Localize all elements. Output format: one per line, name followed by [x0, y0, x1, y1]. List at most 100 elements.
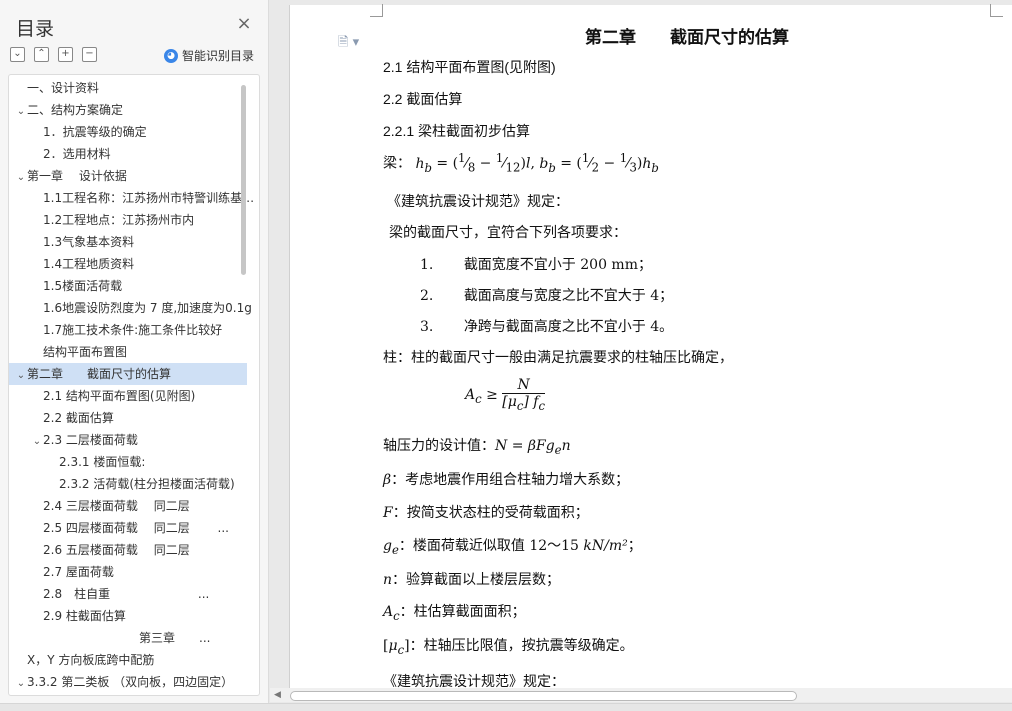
toc-item-label: X，Y 方向板底跨中配筋 — [27, 653, 155, 667]
list-text: 截面宽度不宜小于 200 mm； — [463, 257, 652, 273]
toc-item-label: 一、设计资料 — [27, 81, 100, 95]
toc-item[interactable]: 2.6 五层楼面荷载 同二层 — [9, 539, 259, 561]
chevron-down-icon[interactable]: ⌄ — [15, 365, 27, 385]
toc-item[interactable]: ⌄ 3.3.2 第二类板 （双向板，四边固定） — [9, 671, 247, 693]
toc-item[interactable]: 2.9 柱截面估算 — [9, 605, 259, 627]
code-reference: 《建筑抗震设计规范》规定： — [387, 194, 569, 210]
toc-panel: 目录 × ⌄ ⌃ + − ◕ 智能识别目录 一、设计资料 ⌄ 二、结构方案确定 1．抗… — [0, 0, 269, 703]
definition-text: ：按简支状态柱的受荷载面积； — [392, 505, 589, 521]
scrollbar-thumb[interactable] — [290, 691, 797, 701]
toc-item-label: 2.7 屋面荷载 — [43, 565, 114, 579]
toc-item[interactable]: 2．选用材料 — [9, 143, 259, 165]
close-icon[interactable]: × — [236, 15, 252, 33]
list-number: 2. — [420, 288, 434, 304]
horizontal-scrollbar[interactable]: ◀ — [270, 688, 1012, 702]
toc-item-label: 结构平面布置图 — [43, 345, 128, 359]
definition-beta: β：考虑地震作用组合柱轴力增大系数； — [383, 472, 630, 488]
toc-item[interactable]: 2.8 柱自重 ... — [9, 583, 259, 605]
toc-item-label: 第一章 设计依据 — [27, 169, 127, 183]
toc-item[interactable]: 1.6地震设防烈度为 7 度,加速度为0.1g — [9, 297, 259, 319]
definition-text: ：楼面荷载近似取值 — [398, 538, 525, 554]
toc-item[interactable]: 2.5 四层楼面荷载 同二层 ... — [9, 517, 259, 539]
toc-item[interactable]: 1.4工程地质资料 — [9, 253, 259, 275]
list-item: 2. 截面高度与宽度之比不宜大于 4； — [420, 285, 673, 305]
scroll-left-icon[interactable]: ◀ — [274, 690, 281, 700]
toc-scrollbar[interactable] — [241, 85, 246, 275]
toc-item-label: 2.5 四层楼面荷载 同二层 ... — [43, 521, 229, 535]
toc-item-label: 2.8 柱自重 ... — [43, 587, 210, 601]
definition-text: ：验算截面以上楼层层数； — [392, 572, 561, 588]
document-area: 🗎 ▾ 第二章 截面尺寸的估算 2.1 结构平面布置图(见附图) 2.2 截面估… — [269, 0, 1012, 703]
toc-item[interactable]: 2.1 结构平面布置图(见附图) — [9, 385, 259, 407]
toc-item-label: 第二章 截面尺寸的估算 — [27, 367, 172, 381]
smart-recognize-icon: ◕ — [164, 48, 178, 63]
toc-item-label: 2.6 五层楼面荷载 同二层 — [43, 543, 190, 557]
toc-item-label: 二、结构方案确定 — [27, 103, 124, 117]
toc-item[interactable]: X，Y 方向板底跨中配筋 — [9, 649, 247, 671]
add-heading-button[interactable]: + — [58, 47, 73, 62]
toc-item[interactable]: 结构平面布置图 — [9, 341, 259, 363]
paragraph: 梁的截面尺寸，宜符合下列各项要求： — [389, 225, 627, 241]
list-text: 截面高度与宽度之比不宜大于 4； — [463, 288, 674, 304]
toc-item[interactable]: 1.1工程名称：江苏扬州市特警训练基地办公楼 — [9, 187, 259, 209]
toc-item-label: 1．抗震等级的确定 — [43, 125, 147, 139]
toc-item-label: 2.9 柱截面估算 — [43, 609, 126, 623]
definition-text: ：柱轴压比限值，按抗震等级确定。 — [409, 638, 634, 654]
toc-item-label: 1.4工程地质资料 — [43, 257, 135, 271]
toc-item[interactable]: 1.5楼面活荷载 — [9, 275, 259, 297]
definition-ac: Ac：柱估算截面面积； — [383, 604, 526, 623]
toc-item[interactable]: 1．抗震等级的确定 — [9, 121, 259, 143]
expand-all-button[interactable]: ⌄ — [10, 47, 25, 62]
toc-item[interactable]: 一、设计资料 — [9, 77, 247, 99]
toc-item[interactable]: 1.2工程地点：江苏扬州市内 — [9, 209, 259, 231]
list-number: 3. — [420, 319, 434, 335]
chevron-down-icon[interactable]: ⌄ — [15, 101, 27, 121]
list-number: 1. — [420, 257, 434, 273]
toc-item[interactable]: 2.4 三层楼面荷载 同二层 — [9, 495, 259, 517]
toc-item[interactable]: 1.3气象基本资料 — [9, 231, 259, 253]
toc-item-label: 1.1工程名称：江苏扬州市特警训练基地办公楼 — [43, 191, 259, 205]
column-formula: Ac ≥ N [μc] fc — [465, 377, 546, 413]
toc-item-label: 2.2 截面估算 — [43, 411, 114, 425]
margin-corner-mark — [990, 4, 1003, 17]
toc-item[interactable]: 2.3.2 活荷载(柱分担楼面活荷载) — [9, 473, 259, 495]
section-heading: 2.2.1 梁柱截面初步估算 — [383, 123, 531, 139]
toc-item-label: 2．选用材料 — [43, 147, 111, 161]
toc-item-label: 2.3.2 活荷载(柱分担楼面活荷载) — [59, 477, 235, 491]
g-unit: kN/m² — [583, 538, 628, 554]
axial-label: 轴压力的设计值： — [383, 438, 495, 454]
toc-item[interactable]: 2.2 截面估算 — [9, 407, 259, 429]
toc-item-label: 1.2工程地点：江苏扬州市内 — [43, 213, 195, 227]
smart-toc-button[interactable]: ◕ 智能识别目录 — [164, 47, 254, 64]
chapter-heading: 第二章 截面尺寸的估算 — [585, 28, 789, 48]
remove-heading-button[interactable]: − — [82, 47, 97, 62]
toc-item[interactable]: ⌄ 2.3 二层楼面荷载 — [9, 429, 259, 451]
g-range: 12～15 — [529, 538, 579, 554]
toc-item-label: 2.3.1 楼面恒载: — [59, 455, 146, 469]
toc-item[interactable]: ⌄ 二、结构方案确定 — [9, 99, 247, 121]
toc-item-label: 1.6地震设防烈度为 7 度,加速度为0.1g — [43, 301, 252, 315]
toc-item-label: 1.7施工技术条件:施工条件比较好 — [43, 323, 223, 337]
toc-item[interactable]: ⌄ 第一章 设计依据 — [9, 165, 247, 187]
toc-item[interactable]: 2.7 屋面荷载 — [9, 561, 259, 583]
chevron-down-icon[interactable]: ⌄ — [31, 431, 43, 451]
definition-text: ：考虑地震作用组合柱轴力增大系数； — [391, 472, 630, 488]
collapse-all-button[interactable]: ⌃ — [34, 47, 49, 62]
beam-label: 梁： — [383, 155, 411, 172]
definition-f: F：按简支状态柱的受荷载面积； — [383, 505, 589, 521]
definition-mu: [μc]：柱轴压比限值，按抗震等级确定。 — [383, 638, 634, 657]
toc-item[interactable]: 2.3.1 楼面恒载: — [9, 451, 259, 473]
toc-item[interactable]: 1.7施工技术条件:施工条件比较好 — [9, 319, 259, 341]
document-page: 🗎 ▾ 第二章 截面尺寸的估算 2.1 结构平面布置图(见附图) 2.2 截面估… — [289, 4, 1012, 695]
document-icon[interactable]: 🗎 ▾ — [338, 33, 359, 55]
list-text: 净跨与截面高度之比不宜小于 4。 — [463, 319, 674, 335]
toc-item[interactable]: 第三章 ... — [9, 627, 259, 649]
toc-item-label: 2.1 结构平面布置图(见附图) — [43, 389, 196, 403]
chevron-down-icon[interactable]: ⌄ — [15, 673, 27, 693]
definition-g: ge：楼面荷载近似取值 12～15 kN/m²； — [383, 538, 642, 557]
section-heading: 2.1 结构平面布置图(见附图) — [383, 59, 556, 75]
section-heading: 2.2 截面估算 — [383, 91, 463, 107]
chevron-down-icon[interactable]: ⌄ — [15, 167, 27, 187]
toc-title: 目录 — [16, 18, 55, 40]
toc-item[interactable]: ⌄ 第二章 截面尺寸的估算 — [9, 363, 247, 385]
